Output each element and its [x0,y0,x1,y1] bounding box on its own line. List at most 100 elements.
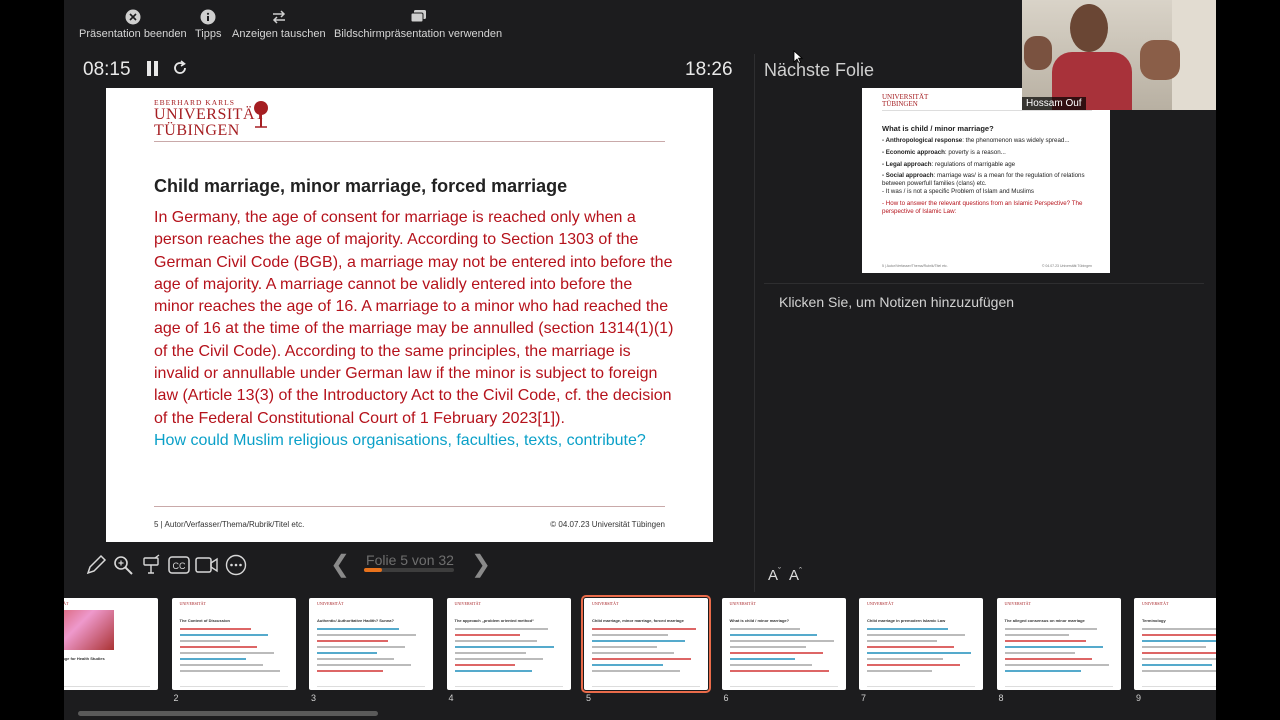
thumbnail-footer-rule [1142,686,1216,687]
thumbnail-text-line [1142,658,1216,660]
use-slideshow-screen-button[interactable]: Bildschirmpräsentation verwenden [334,8,502,40]
footer-rule [154,506,665,507]
more-button[interactable] [224,553,248,577]
slide-navigator: UNIVERSITÄT as a challenge for Health Stu… [64,592,1216,720]
previous-slide-button[interactable]: ❮ [330,550,350,579]
thumbnail-number: 3 [311,693,317,703]
thumbnail-text-line [592,652,674,654]
captions-button[interactable]: CC [167,553,191,577]
thumbnail-number: 7 [861,693,867,703]
cc-icon: CC [168,556,190,574]
university-logo: EBERHARD KARLS UNIVERSITÄT TÜBINGEN [154,99,268,139]
camera-icon [195,557,218,573]
next-footer-left: 5 | Autor/Verfasser/Thema/Rubrik/Titel e… [882,264,948,268]
slide-thumbnail[interactable]: UNIVERSITÄT Child marriage in premodern I… [859,598,983,690]
current-slide[interactable]: EBERHARD KARLS UNIVERSITÄT TÜBINGEN Chil… [106,88,713,542]
navigator-scrollbar[interactable] [78,711,378,716]
next-slide-logo: UNIVERSITÄT TÜBINGEN [882,94,928,108]
use-slideshow-screen-label: Bildschirmpräsentation verwenden [334,28,503,40]
pause-button[interactable] [147,61,159,81]
thumbnail-text-line [867,670,932,672]
chevron-left-icon: ❮ [330,551,351,578]
decrease-font-button[interactable]: Aˇ [768,566,781,584]
thumbnail-text-line [454,664,515,666]
end-presentation-button[interactable]: Präsentation beenden [79,8,187,40]
thumbnail-text-line [179,652,274,654]
thumbnail-text-line [179,640,240,642]
thumbnail-text-line [317,646,405,648]
zoom-button[interactable] [111,553,135,577]
video-speaker-head [1070,4,1108,52]
reset-icon [174,60,186,74]
thumbnail-footer-rule [317,686,425,687]
decrease-font-label: A [768,567,779,584]
thumbnail-text-line [592,646,657,648]
slide-thumbnail[interactable]: UNIVERSITÄT The approach „problem oriente… [446,598,571,690]
next-footer-right: © 04.07.23 Universität Tübingen [1041,264,1092,268]
thumbnail-text-line [867,634,965,636]
pane-divider[interactable] [754,54,755,594]
swap-displays-label: Anzeigen tauschen [232,28,326,40]
thumbnail-text-line [317,628,399,630]
thumbnail-text-line [1004,664,1109,666]
thumbnail-title: Authentic/ Authoritative Hadith? Sunna? [317,618,394,623]
next-item-2-text: : poverty is a reason... [944,148,1006,156]
thumbnail-footer-rule [729,686,838,687]
thumbnail-text-line [179,658,246,660]
logo-line2: UNIVERSITÄT [154,105,266,123]
swap-arrows-icon [270,8,287,25]
notes-divider [764,283,1204,284]
slide-body: In Germany, the age of consent for marri… [154,207,674,452]
pointer-button[interactable] [139,553,163,577]
presenter-notes[interactable]: Klicken Sie, um Notizen hinzuzufügen [779,294,1014,310]
thumbnail-footer-rule [867,686,975,687]
reset-timer-button[interactable] [172,60,188,81]
next-slide-footer: 5 | Autor/Verfasser/Thema/Rubrik/Titel e… [882,264,1092,268]
slide-thumbnail[interactable]: UNIVERSITÄT Authentic/ Authoritative Hadi… [309,598,433,690]
thumbnail-logo: UNIVERSITÄT [179,601,206,606]
next-slide-button[interactable]: ❯ [471,550,491,579]
thumbnail-text-line [729,634,817,636]
thumbnail-text-line [1142,664,1212,666]
thumbnail-text-line [729,652,823,654]
thumbnail-text-line [729,670,829,672]
thumbnail-text-line [1142,634,1216,636]
thumbnail-text-line [317,658,394,660]
pen-tool-button[interactable] [84,553,108,577]
thumbnail-text-line [454,658,543,660]
next-item-red: - How to answer the relevant questions f… [882,199,1083,215]
thumbnail-text-line [179,646,257,648]
thumbnail-text-line [317,664,411,666]
slide-thumbnail[interactable]: UNIVERSITÄT The alleged consensus on mino… [996,598,1121,690]
tips-label: Tipps [195,28,222,40]
thumbnail-text-line [1004,646,1103,648]
thumbnail-logo: UNIVERSITÄT [867,601,894,606]
swap-displays-button[interactable]: Anzeigen tauschen [232,8,326,40]
thumbnail-title: The alleged consensus on minor marriage [1004,618,1085,623]
slide-thumbnail[interactable]: UNIVERSITÄT The Context of Discussion [171,598,296,690]
next-item-1-text: : the phenomenon was widely spread... [962,137,1070,144]
thumbnail-footer-rule [179,686,288,687]
increase-font-button[interactable]: Aˆ [789,566,802,584]
thumbnail-text-line [592,640,685,642]
thumbnail-text-line [1004,640,1086,642]
next-slide-preview[interactable]: UNIVERSITÄT TÜBINGEN What is child / mino… [862,88,1110,273]
slide-thumbnail[interactable]: UNIVERSITÄT as a challenge for Health Stu… [64,598,158,690]
thumbnail-title: Terminology [1142,618,1166,623]
slide-question: How could Muslim religious organisations… [154,431,646,449]
thumbnail-text-line [1142,628,1216,630]
thumbnail-text-line [454,646,554,648]
thumbnail-text-line [1004,634,1069,636]
thumbnail-logo: UNIVERSITÄT [592,601,619,606]
thumbnail-number: 5 [586,693,592,703]
slide-thumbnail[interactable]: UNIVERSITÄT What is child / minor marriag… [721,598,846,690]
tips-button[interactable]: Tipps [195,8,222,40]
thumbnail-title: The approach „problem oriented method“ [454,618,535,623]
slide-thumbnail[interactable]: UNIVERSITÄT Terminology [1134,598,1216,690]
thumbnail-text-line [1004,658,1092,660]
thumbnail-text-line [1004,628,1097,630]
thumbnail-number: 8 [998,693,1004,703]
video-button[interactable] [195,553,219,577]
slide-thumbnail[interactable]: UNIVERSITÄT Child marriage, minor marriag… [581,595,711,693]
thumbnail-logo: UNIVERSITÄT [64,601,69,606]
